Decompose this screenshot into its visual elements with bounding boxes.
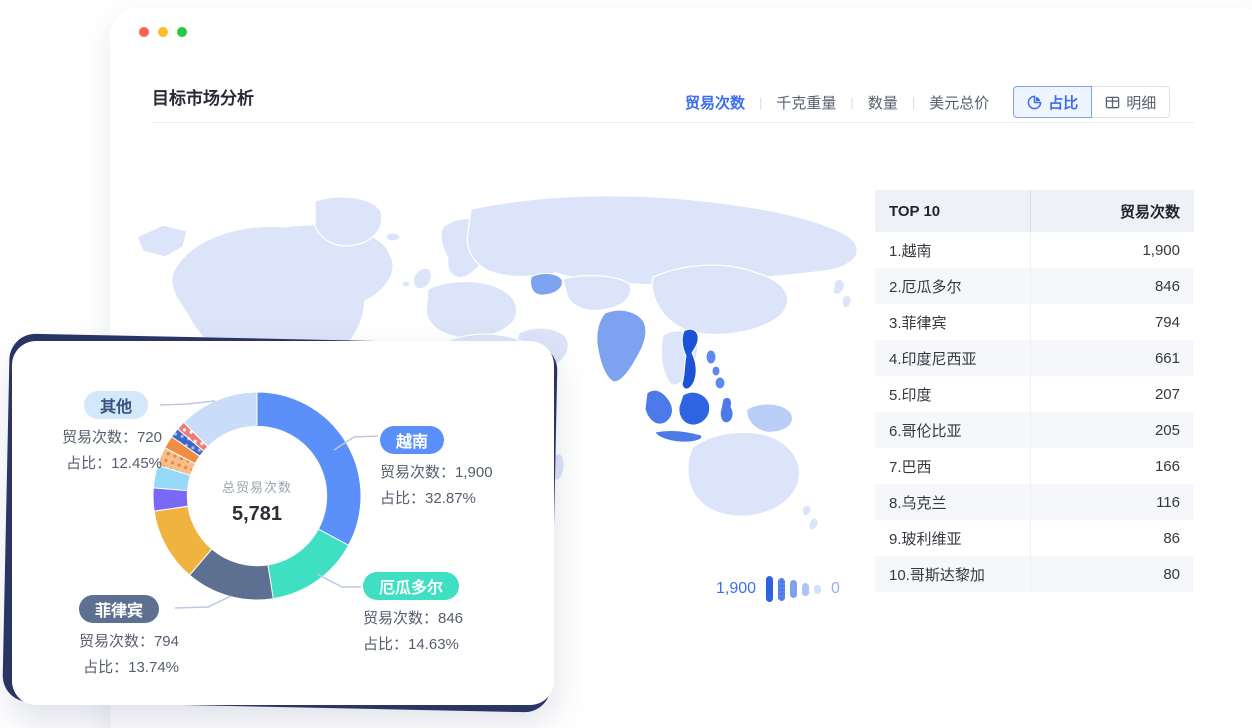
proportion-button[interactable]: 占比 [1013,86,1092,118]
region-central-asia [563,276,631,311]
tab-usd-total[interactable]: 美元总价 [929,92,989,113]
country-new-zealand [803,505,811,515]
country-cell: 6.哥伦比亚 [875,412,1030,448]
country-cell: 2.厄瓜多尔 [875,268,1030,304]
callout-pill-other[interactable]: 其他 [84,391,148,419]
legend-gradient-bar [802,583,809,596]
country-australia [688,432,800,516]
tab-separator: | [759,95,762,110]
donut-slice-越南[interactable] [257,392,361,545]
country-ireland [402,281,410,287]
legend-gradient-bar [790,580,797,598]
legend-gradient-bar [766,576,773,602]
country-japan [842,296,851,308]
country-iceland [386,233,400,241]
callout-values-ecuador: 贸易次数：846 占比：14.63% [363,606,463,658]
value-cell: 86 [1030,520,1194,556]
callout-pill-ecuador[interactable]: 厄瓜多尔 [363,572,459,600]
donut-popup: 总贸易次数 5,781 其他 贸易次数：720 占比：12.45% 越南 贸易次… [0,333,566,719]
table-row: 3.菲律宾794 [875,304,1194,340]
detail-button[interactable]: 明细 [1091,86,1170,118]
continent-europe [426,282,517,339]
window-controls [139,27,187,37]
tab-kg-weight[interactable]: 千克重量 [776,92,836,113]
country-cell: 7.巴西 [875,448,1030,484]
table-icon [1105,95,1120,110]
legend-min-value: 0 [831,580,840,598]
country-cell: 5.印度 [875,376,1030,412]
country-japan [833,279,844,294]
country-cell: 1.越南 [875,232,1030,268]
country-indonesia-sumatra [645,390,672,424]
legend-gradient-bar [814,585,821,594]
top10-body: 1.越南1,9002.厄瓜多尔8463.菲律宾7944.印度尼西亚6615.印度… [875,232,1194,592]
country-cell: 8.乌克兰 [875,484,1030,520]
country-cell: 9.玻利维亚 [875,520,1030,556]
pie-chart-icon [1027,95,1042,110]
country-cell: 3.菲律宾 [875,304,1030,340]
legend-gradient-bar [778,578,785,601]
header-divider [152,122,1194,123]
country-indonesia-java [655,431,702,443]
tab-quantity[interactable]: 数量 [868,92,898,113]
table-row: 4.印度尼西亚661 [875,340,1194,376]
value-cell: 207 [1030,376,1194,412]
country-cell: 10.哥斯达黎加 [875,556,1030,592]
country-russia [467,196,857,285]
legend-max-value: 1,900 [716,580,756,598]
value-cell: 661 [1030,340,1194,376]
map-color-legend: 1,900 0 [716,574,840,604]
maximize-window-icon[interactable] [177,27,187,37]
table-row: 7.巴西166 [875,448,1194,484]
minimize-window-icon[interactable] [158,27,168,37]
table-row: 9.玻利维亚86 [875,520,1194,556]
value-cell: 794 [1030,304,1194,340]
page-title: 目标市场分析 [152,84,254,109]
country-papua [747,404,792,432]
donut-slice-厄瓜多尔[interactable] [268,529,349,599]
table-row: 10.哥斯达黎加80 [875,556,1194,592]
top10-table: TOP 10 贸易次数 1.越南1,9002.厄瓜多尔8463.菲律宾7944.… [875,190,1194,592]
view-toggle-group: 占比 明细 [1013,86,1170,118]
country-cell: 4.印度尼西亚 [875,340,1030,376]
country-uk [413,268,431,289]
value-cell: 80 [1030,556,1194,592]
country-indonesia-borneo [679,392,710,425]
country-indonesia-sulawesi [720,397,733,423]
value-cell: 205 [1030,412,1194,448]
value-cell: 1,900 [1030,232,1194,268]
value-cell: 116 [1030,484,1194,520]
table-row: 6.哥伦比亚205 [875,412,1194,448]
top10-header-value: 贸易次数 [1030,190,1194,232]
top10-header-rank: TOP 10 [875,190,1030,232]
value-cell: 846 [1030,268,1194,304]
callout-values-vietnam: 贸易次数：1,900 占比：32.87% [380,460,493,512]
country-alaska [137,225,187,257]
tab-separator: | [912,95,915,110]
top10-header-row: TOP 10 贸易次数 [875,190,1194,232]
country-philippines [706,350,725,389]
callout-values-other: 贸易次数：720 占比：12.45% [12,425,162,477]
callout-pill-vietnam[interactable]: 越南 [380,426,444,454]
country-india [597,310,646,382]
callout-values-philippines: 贸易次数：794 占比：13.74% [12,629,179,681]
country-ukraine [531,273,563,295]
value-cell: 166 [1030,448,1194,484]
close-window-icon[interactable] [139,27,149,37]
table-row: 5.印度207 [875,376,1194,412]
donut-card: 总贸易次数 5,781 其他 贸易次数：720 占比：12.45% 越南 贸易次… [12,341,554,705]
table-row: 2.厄瓜多尔846 [875,268,1194,304]
table-row: 1.越南1,900 [875,232,1194,268]
tab-trade-count[interactable]: 贸易次数 [685,92,745,113]
tab-separator: | [850,95,853,110]
legend-bars [766,576,821,602]
table-row: 8.乌克兰116 [875,484,1194,520]
metric-tabs: 贸易次数 | 千克重量 | 数量 | 美元总价 占比 明细 [685,86,1170,118]
callout-pill-philippines[interactable]: 菲律宾 [79,595,159,623]
country-greenland [315,197,382,246]
country-new-zealand [809,518,818,530]
